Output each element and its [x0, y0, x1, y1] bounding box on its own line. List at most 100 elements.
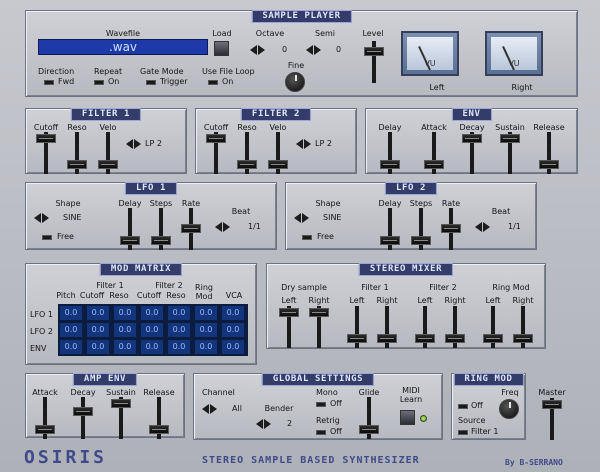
channel-next-icon[interactable] [210, 404, 217, 414]
ring-mod-freq-knob[interactable] [499, 399, 519, 419]
env-delay-fader[interactable] [380, 132, 400, 174]
mixer-filter2-right-fader[interactable] [445, 306, 465, 348]
semi-down-arrow-icon[interactable] [306, 45, 313, 55]
mod-matrix-cell[interactable]: 0.0 [141, 323, 163, 337]
mixer-ringmod-left-fader[interactable] [483, 306, 503, 348]
mixer-filter2-left-cap[interactable] [415, 334, 435, 343]
amp-attack-fader[interactable] [35, 397, 55, 439]
direction-led[interactable] [44, 80, 54, 85]
lfo1-delay-fader[interactable] [120, 208, 140, 250]
mod-matrix-cell[interactable]: 0.0 [60, 340, 82, 354]
env-attack-fader[interactable] [424, 132, 444, 174]
filter1-velo-fader[interactable] [98, 132, 118, 174]
lfo2-rate-cap[interactable] [441, 224, 461, 233]
env-decay-cap[interactable] [462, 134, 482, 143]
octave-up-arrow-icon[interactable] [258, 45, 265, 55]
ring-mod-source-led[interactable] [458, 430, 468, 435]
semi-up-arrow-icon[interactable] [314, 45, 321, 55]
filter1-mode-next-icon[interactable] [134, 139, 141, 149]
mixer-ringmod-right-fader[interactable] [513, 306, 533, 348]
lfo1-beat-prev-icon[interactable] [215, 222, 222, 232]
lfo2-steps-cap[interactable] [411, 236, 431, 245]
octave-arrows[interactable] [250, 45, 265, 55]
glide-fader[interactable] [359, 397, 379, 439]
filter2-velo-cap[interactable] [268, 160, 288, 169]
glide-cap[interactable] [359, 425, 379, 434]
lfo2-free-led[interactable] [302, 235, 312, 240]
lfo2-shape-prev-icon[interactable] [294, 213, 301, 223]
mixer-filter1-right-fader[interactable] [377, 306, 397, 348]
mixer-dry-left-cap[interactable] [279, 308, 299, 317]
mod-matrix-cell[interactable]: 0.0 [141, 340, 163, 354]
lfo2-shape-next-icon[interactable] [302, 213, 309, 223]
retrig-led[interactable] [316, 430, 326, 435]
mod-matrix-cell[interactable]: 0.0 [60, 323, 82, 337]
filter2-mode-arrows[interactable] [296, 139, 311, 149]
mixer-ringmod-left-cap[interactable] [483, 334, 503, 343]
filter2-mode-next-icon[interactable] [304, 139, 311, 149]
amp-sustain-fader[interactable] [111, 397, 131, 439]
wavefile-display[interactable]: .wav [38, 39, 208, 55]
lfo2-delay-cap[interactable] [380, 236, 400, 245]
ring-mod-led[interactable] [458, 404, 468, 409]
lfo1-steps-fader[interactable] [151, 208, 171, 250]
amp-decay-fader[interactable] [73, 397, 93, 439]
amp-attack-cap[interactable] [35, 425, 55, 434]
mixer-dry-right-cap[interactable] [309, 308, 329, 317]
env-attack-cap[interactable] [424, 160, 444, 169]
channel-prev-icon[interactable] [202, 404, 209, 414]
amp-sustain-cap[interactable] [111, 399, 131, 408]
lfo2-beat-arrows[interactable] [475, 222, 490, 232]
mixer-ringmod-right-cap[interactable] [513, 334, 533, 343]
mixer-filter2-left-fader[interactable] [415, 306, 435, 348]
lfo1-shape-prev-icon[interactable] [34, 213, 41, 223]
env-release-fader[interactable] [539, 132, 559, 174]
env-decay-fader[interactable] [462, 132, 482, 174]
lfo1-rate-fader[interactable] [181, 208, 201, 250]
mod-matrix-cell[interactable]: 0.0 [87, 340, 109, 354]
mod-matrix-cell[interactable]: 0.0 [195, 306, 217, 320]
gate-mode-led[interactable] [146, 80, 156, 85]
lfo1-beat-arrows[interactable] [215, 222, 230, 232]
mod-matrix-cell[interactable]: 0.0 [114, 306, 136, 320]
filter1-reso-cap[interactable] [67, 160, 87, 169]
env-sustain-fader[interactable] [500, 132, 520, 174]
bender-next-icon[interactable] [264, 419, 271, 429]
lfo1-shape-arrows[interactable] [34, 213, 49, 223]
mod-matrix-cell[interactable]: 0.0 [168, 323, 190, 337]
env-delay-cap[interactable] [380, 160, 400, 169]
load-button[interactable] [214, 41, 229, 56]
master-fader[interactable] [542, 398, 562, 440]
filter2-cutoff-fader[interactable] [206, 132, 226, 174]
lfo1-free-led[interactable] [42, 235, 52, 240]
filter2-velo-fader[interactable] [268, 132, 288, 174]
mod-matrix-cell[interactable]: 0.0 [60, 306, 82, 320]
mixer-dry-left-fader[interactable] [279, 306, 299, 348]
lfo2-shape-arrows[interactable] [294, 213, 309, 223]
lfo1-delay-cap[interactable] [120, 236, 140, 245]
lfo1-beat-next-icon[interactable] [223, 222, 230, 232]
mod-matrix-cell[interactable]: 0.0 [222, 340, 244, 354]
mod-matrix-cell[interactable]: 0.0 [141, 306, 163, 320]
repeat-led[interactable] [94, 80, 104, 85]
filter2-reso-fader[interactable] [237, 132, 257, 174]
env-sustain-cap[interactable] [500, 134, 520, 143]
octave-down-arrow-icon[interactable] [250, 45, 257, 55]
lfo2-steps-fader[interactable] [411, 208, 431, 250]
mixer-filter1-left-fader[interactable] [347, 306, 367, 348]
filter2-mode-prev-icon[interactable] [296, 139, 303, 149]
mixer-filter1-left-cap[interactable] [347, 334, 367, 343]
filter2-cutoff-cap[interactable] [206, 134, 226, 143]
mod-matrix-cell[interactable]: 0.0 [222, 306, 244, 320]
amp-release-cap[interactable] [149, 425, 169, 434]
lfo2-beat-prev-icon[interactable] [475, 222, 482, 232]
mixer-filter1-right-cap[interactable] [377, 334, 397, 343]
filter1-velo-cap[interactable] [98, 160, 118, 169]
master-cap[interactable] [542, 400, 562, 409]
filter1-cutoff-fader[interactable] [36, 132, 56, 174]
mod-matrix-cell[interactable]: 0.0 [114, 323, 136, 337]
level-fader-cap[interactable] [364, 47, 384, 56]
use-file-loop-led[interactable] [208, 80, 218, 85]
lfo2-beat-next-icon[interactable] [483, 222, 490, 232]
mod-matrix-cell[interactable]: 0.0 [195, 340, 217, 354]
